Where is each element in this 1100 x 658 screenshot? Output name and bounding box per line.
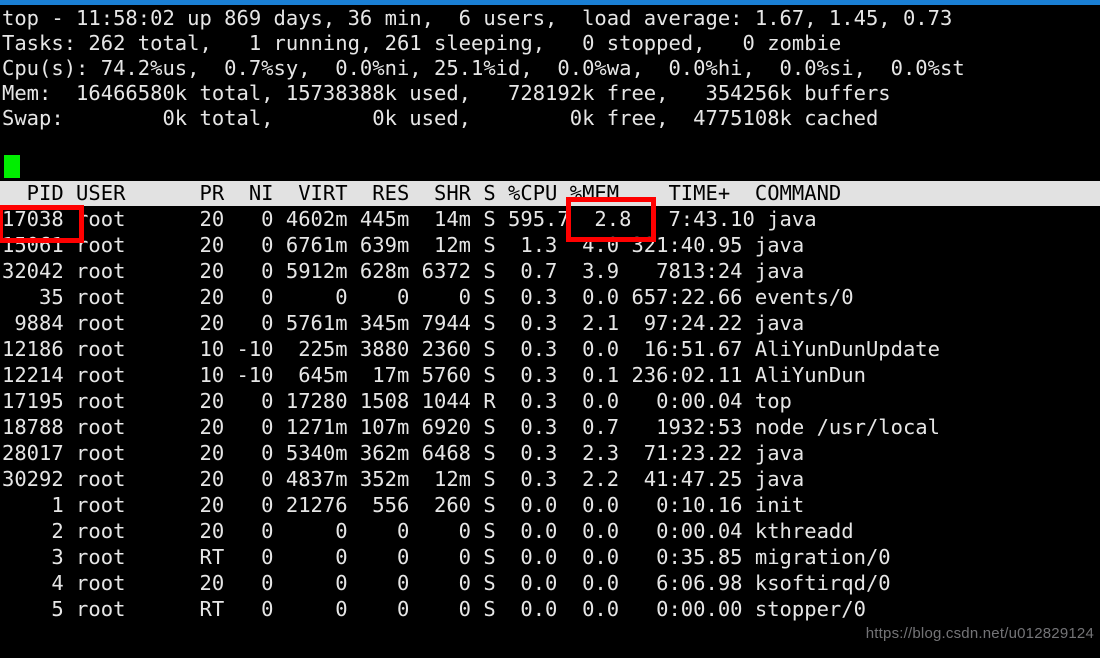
table-row[interactable]: 17038 root 20 0 4602m 445m 14m S 595.7 2… [2,206,1100,232]
table-row[interactable]: 9884 root 20 0 5761m 345m 7944 S 0.3 2.1… [2,310,1100,336]
table-row[interactable]: 15061 root 20 0 6761m 639m 12m S 1.3 4.0… [2,232,1100,258]
summary-line-tasks: Tasks: 262 total, 1 running, 261 sleepin… [2,31,842,55]
table-row[interactable]: 4 root 20 0 0 0 0 S 0.0 0.0 6:06.98 ksof… [2,570,1100,596]
table-row[interactable]: 1 root 20 0 21276 556 260 S 0.0 0.0 0:10… [2,492,1100,518]
summary-line-uptime: top - 11:58:02 up 869 days, 36 min, 6 us… [2,6,953,30]
summary-line-mem: Mem: 16466580k total, 15738388k used, 72… [2,81,891,105]
table-row[interactable]: 35 root 20 0 0 0 0 S 0.3 0.0 657:22.66 e… [2,284,1100,310]
top-summary-block: top - 11:58:02 up 869 days, 36 min, 6 us… [0,6,1100,131]
table-row[interactable]: 32042 root 20 0 5912m 628m 6372 S 0.7 3.… [2,258,1100,284]
process-table-header: PID USER PR NI VIRT RES SHR S %CPU %MEM … [0,181,1100,206]
table-row[interactable]: 30292 root 20 0 4837m 352m 12m S 0.3 2.2… [2,466,1100,492]
table-row[interactable]: 18788 root 20 0 1271m 107m 6920 S 0.3 0.… [2,414,1100,440]
terminal-cursor [4,155,20,178]
watermark-text: https://blog.csdn.net/u012829124 [865,625,1094,642]
table-row[interactable]: 3 root RT 0 0 0 0 S 0.0 0.0 0:35.85 migr… [2,544,1100,570]
terminal-window: top - 11:58:02 up 869 days, 36 min, 6 us… [0,0,1100,658]
table-row[interactable]: 17195 root 20 0 17280 1508 1044 R 0.3 0.… [2,388,1100,414]
window-titlebar [0,0,1100,5]
table-row[interactable]: 12214 root 10 -10 645m 17m 5760 S 0.3 0.… [2,362,1100,388]
summary-line-swap: Swap: 0k total, 0k used, 0k free, 477510… [2,106,879,130]
table-row[interactable]: 28017 root 20 0 5340m 362m 6468 S 0.3 2.… [2,440,1100,466]
table-row[interactable]: 5 root RT 0 0 0 0 S 0.0 0.0 0:00.00 stop… [2,596,1100,622]
table-row[interactable]: 12186 root 10 -10 225m 3880 2360 S 0.3 0… [2,336,1100,362]
command-input-row[interactable] [0,154,1100,179]
table-row[interactable]: 2 root 20 0 0 0 0 S 0.0 0.0 0:00.04 kthr… [2,518,1100,544]
process-table-body[interactable]: 17038 root 20 0 4602m 445m 14m S 595.7 2… [0,206,1100,658]
summary-line-cpu: Cpu(s): 74.2%us, 0.7%sy, 0.0%ni, 25.1%id… [2,56,965,80]
